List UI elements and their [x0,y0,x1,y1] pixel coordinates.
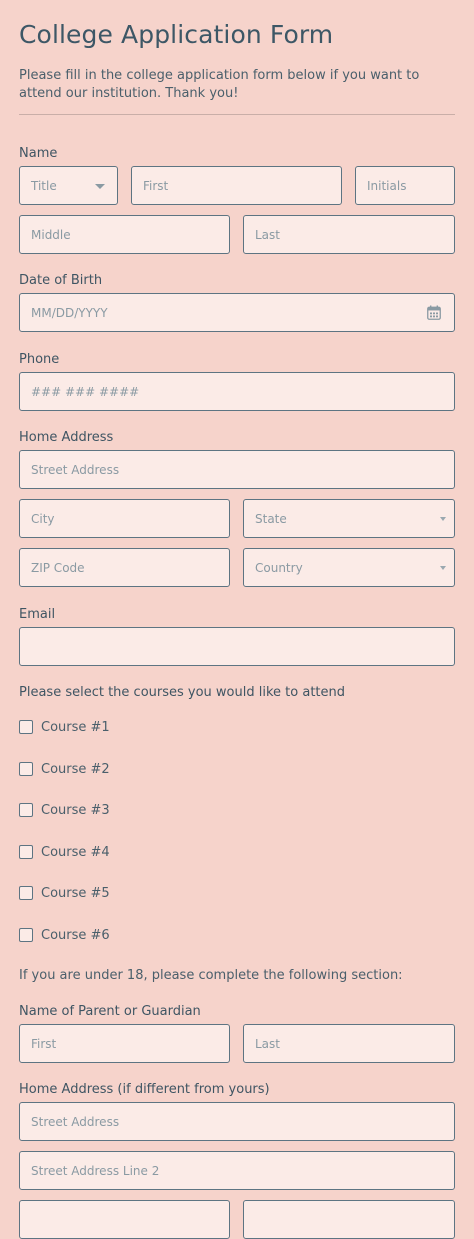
calendar-icon[interactable] [427,305,441,320]
city-placeholder: City [31,511,55,526]
course-label[interactable]: Course #6 [41,928,110,943]
form-title: College Application Form [19,20,334,49]
phone-label: Phone [19,352,60,367]
phone-placeholder: ### ### #### [31,384,140,399]
course-option[interactable]: Course #6 [19,927,110,943]
course-label[interactable]: Course #3 [41,803,110,818]
zip-code-placeholder: ZIP Code [31,560,85,575]
course-checkbox[interactable] [19,886,33,900]
guardian-address-label: Home Address (if different from yours) [19,1082,270,1097]
course-label[interactable]: Course #1 [41,720,110,735]
courses-label: Please select the courses you would like… [19,685,345,700]
chevron-down-icon [440,565,446,570]
name-label: Name [19,146,58,161]
form-description: Please fill in the college application f… [19,68,420,101]
guardian-first-placeholder: First [31,1036,57,1051]
header-divider [19,114,455,115]
course-checkbox[interactable] [19,762,33,776]
state-select[interactable]: State [243,499,455,538]
dob-label: Date of Birth [19,273,103,288]
course-option[interactable]: Course #3 [19,802,110,818]
guardian-street-address-line2-input[interactable]: Street Address Line 2 [19,1151,455,1190]
guardian-label: Name of Parent or Guardian [19,1004,201,1019]
course-label[interactable]: Course #2 [41,762,110,777]
course-option[interactable]: Course #5 [19,885,110,901]
email-label: Email [19,607,56,622]
guardian-last-placeholder: Last [255,1036,280,1051]
phone-input[interactable]: ### ### #### [19,372,455,411]
street-address-placeholder: Street Address [31,462,120,477]
course-label[interactable]: Course #4 [41,845,110,860]
middle-name-placeholder: Middle [31,227,71,242]
dob-placeholder: MM/DD/YYYY [31,305,108,320]
course-checkbox[interactable] [19,720,33,734]
first-name-input[interactable]: First [131,166,342,205]
city-input[interactable]: City [19,499,230,538]
guardian-last-name-input[interactable]: Last [243,1024,455,1063]
country-select[interactable]: Country [243,548,455,587]
dob-input[interactable]: MM/DD/YYYY [19,293,455,332]
course-label[interactable]: Course #5 [41,886,110,901]
last-name-input[interactable]: Last [243,215,455,254]
chevron-down-icon [95,183,105,189]
zip-code-input[interactable]: ZIP Code [19,548,230,587]
guardian-state-input[interactable] [243,1200,455,1239]
title-select[interactable]: Title [19,166,118,205]
street-address-input[interactable]: Street Address [19,450,455,489]
course-option[interactable]: Course #1 [19,719,110,735]
initials-input[interactable]: Initials [355,166,455,205]
state-placeholder: State [255,511,287,526]
guardian-city-input[interactable] [19,1200,230,1239]
country-placeholder: Country [255,560,303,575]
first-name-placeholder: First [143,178,169,193]
email-input[interactable] [19,627,455,666]
course-checkbox[interactable] [19,928,33,942]
guardian-street-placeholder: Street Address [31,1114,120,1129]
last-name-placeholder: Last [255,227,280,242]
course-checkbox[interactable] [19,803,33,817]
middle-name-input[interactable]: Middle [19,215,230,254]
chevron-down-icon [440,516,446,521]
guardian-street-address-input[interactable]: Street Address [19,1102,455,1141]
course-option[interactable]: Course #2 [19,761,110,777]
course-checkbox[interactable] [19,845,33,859]
title-select-placeholder: Title [31,178,57,193]
initials-placeholder: Initials [367,178,407,193]
guardian-first-name-input[interactable]: First [19,1024,230,1063]
guardian-street2-placeholder: Street Address Line 2 [31,1163,160,1178]
course-option[interactable]: Course #4 [19,844,110,860]
minor-section-note: If you are under 18, please complete the… [19,968,403,983]
address-label: Home Address [19,430,114,445]
